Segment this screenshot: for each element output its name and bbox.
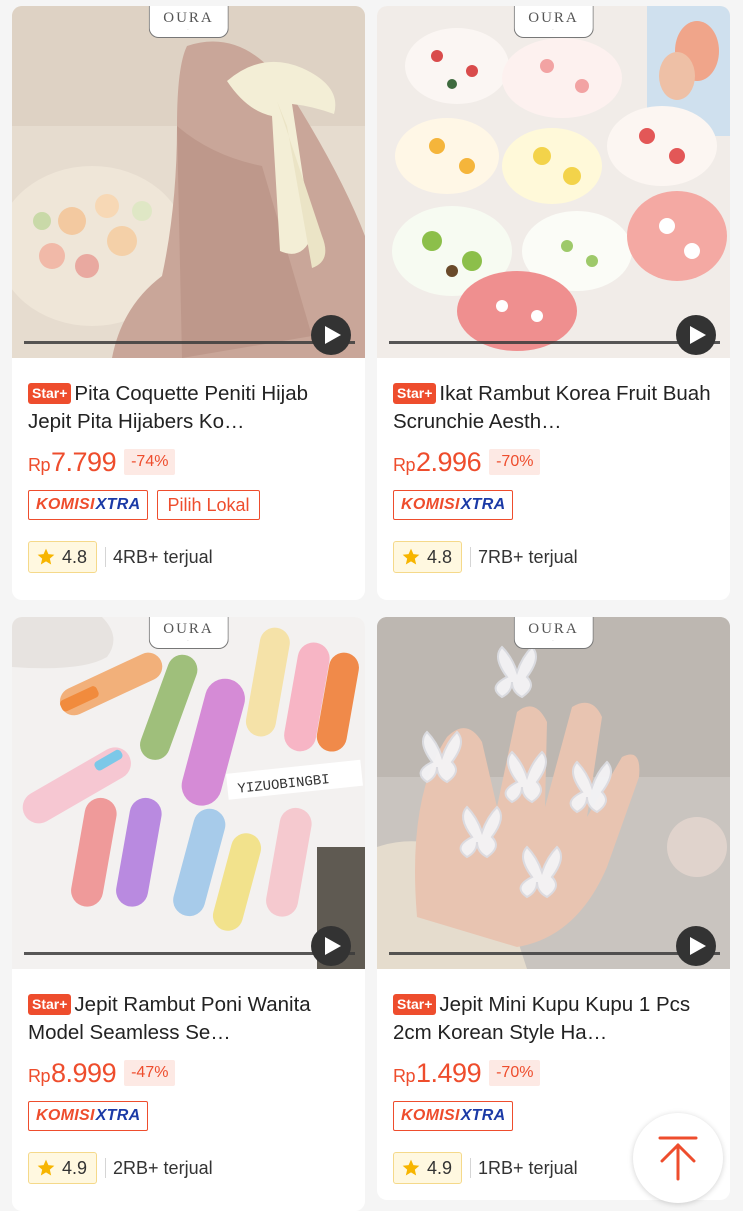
play-button[interactable] <box>311 315 351 355</box>
star-icon <box>402 548 420 565</box>
product-title[interactable]: Star+ Pita Coquette Peniti Hijab Jepit Pi… <box>28 380 349 436</box>
sold-count: 7RB+ terjual <box>478 546 578 567</box>
video-progress-bar <box>389 341 720 344</box>
discount-badge: -74% <box>124 449 176 475</box>
sold-count: 2RB+ terjual <box>113 1157 213 1178</box>
product-image[interactable]: OURA · <box>377 617 730 969</box>
brand-logo: OURA · <box>148 617 229 649</box>
scroll-to-top-arrow-icon <box>658 1136 698 1181</box>
product-card[interactable]: OURA · Star+ Ikat Rambut Korea Fruit Buah … <box>377 6 730 600</box>
komisi-xtra-badge: KOMISI XTRA <box>28 490 149 520</box>
scroll-to-top-button[interactable] <box>633 1113 723 1203</box>
play-icon <box>690 937 706 955</box>
star-plus-badge: Star+ <box>28 383 72 404</box>
star-icon <box>402 1159 420 1176</box>
product-card[interactable]: YIZUOBINGBI OURA · Star+ Jepit Rambut Poni… <box>12 617 365 1211</box>
sold-count: 1RB+ terjual <box>478 1157 578 1178</box>
star-icon <box>37 1159 55 1176</box>
divider <box>105 547 107 567</box>
divider <box>470 1158 472 1178</box>
discount-badge: -70% <box>489 449 541 475</box>
video-progress-bar <box>389 952 720 955</box>
komisi-xtra-badge: KOMISI XTRA <box>28 1101 149 1131</box>
divider <box>105 1158 107 1178</box>
product-title[interactable]: Star+ Jepit Mini Kupu Kupu 1 Pcs 2cm Kore… <box>393 991 714 1047</box>
star-icon <box>37 548 55 565</box>
discount-badge: -70% <box>489 1060 541 1086</box>
play-button[interactable] <box>676 926 716 966</box>
butterfly-clips-photo <box>377 617 730 969</box>
video-progress-bar <box>24 952 355 955</box>
star-plus-badge: Star+ <box>393 383 437 404</box>
komisi-xtra-badge: KOMISI XTRA <box>393 490 514 520</box>
discount-badge: -47% <box>124 1060 176 1086</box>
product-card[interactable]: OURA · Star+ Pita Coquette Peniti Hijab Je… <box>12 6 365 600</box>
play-icon <box>325 937 341 955</box>
rating-badge: 4.9 <box>28 1152 98 1184</box>
brand-logo: OURA · <box>513 617 594 649</box>
pilih-lokal-badge: Pilih Lokal <box>157 490 260 520</box>
brand-logo: OURA · <box>148 6 229 38</box>
product-title[interactable]: Star+ Ikat Rambut Korea Fruit Buah Scrunc… <box>393 380 714 436</box>
play-icon <box>690 326 706 344</box>
rating-badge: 4.9 <box>393 1152 463 1184</box>
product-price: Rp1.499 <box>393 1057 482 1088</box>
rating-badge: 4.8 <box>28 541 98 573</box>
play-icon <box>325 326 341 344</box>
rating-badge: 4.8 <box>393 541 463 573</box>
fruit-scrunchies-photo <box>377 6 730 358</box>
hijab-bow-photo <box>12 6 365 358</box>
product-price: Rp7.799 <box>28 446 117 477</box>
product-title[interactable]: Star+ Jepit Rambut Poni Wanita Model Seam… <box>28 991 349 1047</box>
divider <box>470 547 472 567</box>
brand-logo: OURA · <box>513 6 594 38</box>
product-image[interactable]: OURA · <box>12 6 365 358</box>
play-button[interactable] <box>311 926 351 966</box>
play-button[interactable] <box>676 315 716 355</box>
hair-clips-photo: YIZUOBINGBI <box>12 617 365 969</box>
komisi-xtra-badge: KOMISI XTRA <box>393 1101 514 1131</box>
product-price: Rp8.999 <box>28 1057 117 1088</box>
sold-count: 4RB+ terjual <box>113 546 213 567</box>
video-progress-bar <box>24 341 355 344</box>
product-image[interactable]: OURA · <box>377 6 730 358</box>
star-plus-badge: Star+ <box>28 994 72 1015</box>
star-plus-badge: Star+ <box>393 994 437 1015</box>
product-price: Rp2.996 <box>393 446 482 477</box>
product-image[interactable]: YIZUOBINGBI OURA · <box>12 617 365 969</box>
